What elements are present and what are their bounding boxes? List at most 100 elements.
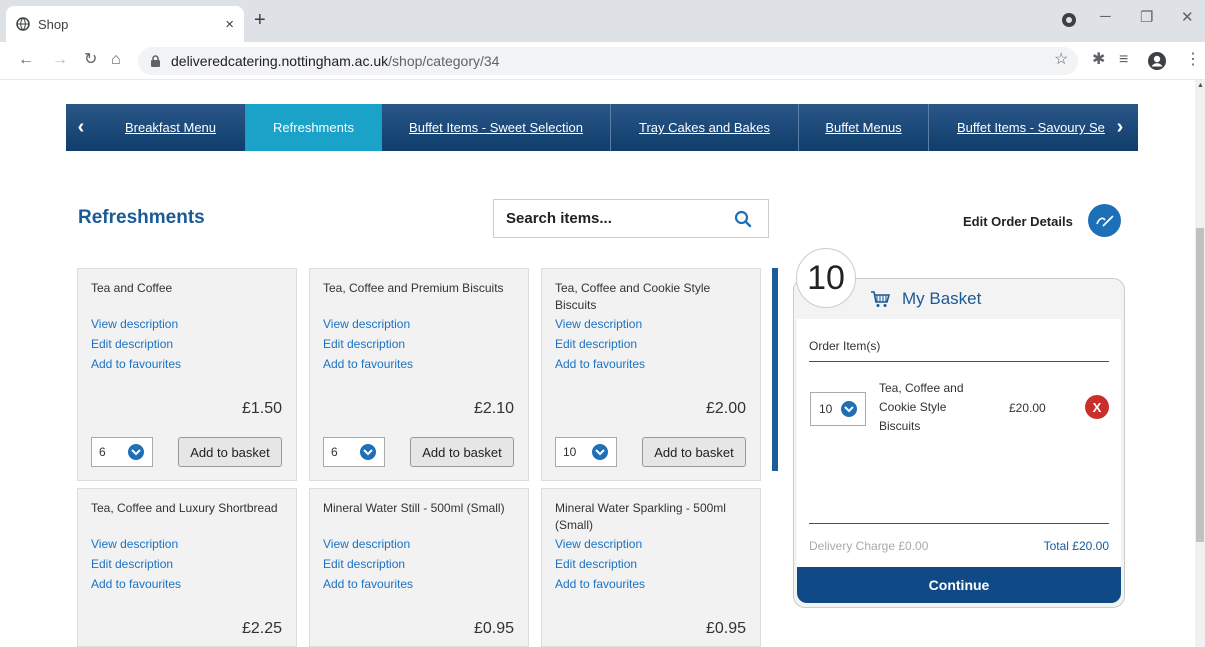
edit-order-label[interactable]: Edit Order Details — [963, 214, 1073, 229]
browser-toolbar: ← → ↻ ⌂ deliveredcatering.nottingham.ac.… — [0, 42, 1205, 80]
edit-description-link[interactable]: Edit description — [555, 334, 747, 354]
order-items-label: Order Item(s) — [809, 339, 881, 353]
home-icon[interactable]: ⌂ — [111, 51, 121, 69]
extension-icon[interactable] — [1062, 13, 1076, 27]
continue-button[interactable]: Continue — [797, 567, 1121, 603]
add-to-basket-button[interactable]: Add to basket — [410, 437, 514, 467]
quantity-value: 6 — [99, 445, 106, 459]
product-price: £2.00 — [705, 400, 746, 417]
globe-icon — [16, 17, 30, 31]
edit-order-button[interactable] — [1088, 204, 1121, 237]
basket-quantity-select[interactable]: 10 — [810, 392, 866, 426]
chevron-down-icon — [128, 444, 144, 460]
scroll-up-icon[interactable]: ▲ — [1197, 82, 1204, 89]
edit-description-link[interactable]: Edit description — [323, 334, 515, 354]
nav-item-buffet-savoury[interactable]: Buffet Items - Savoury Se — [929, 104, 1105, 151]
basket-count-badge: 10 — [796, 248, 856, 308]
edit-description-link[interactable]: Edit description — [91, 334, 283, 354]
add-to-basket-button[interactable]: Add to basket — [178, 437, 282, 467]
lock-icon — [151, 55, 160, 67]
menu-kebab-icon[interactable]: ⋮ — [1185, 51, 1201, 69]
scroll-thumb[interactable] — [1196, 228, 1204, 542]
url-path: /shop/category/34 — [388, 53, 500, 69]
nav-prev-button[interactable]: ‹ — [66, 104, 96, 151]
cart-icon — [871, 291, 890, 307]
minimize-icon[interactable]: ─ — [1100, 8, 1111, 25]
remove-item-button[interactable]: X — [1085, 395, 1109, 419]
basket-item-name: Tea, Coffee and Cookie Style Biscuits — [879, 381, 964, 433]
reading-list-icon[interactable]: ≡ — [1119, 51, 1128, 69]
page-scrollbar[interactable]: ▲ — [1195, 80, 1205, 647]
search-input[interactable]: Search items... — [493, 199, 769, 238]
divider — [809, 361, 1109, 362]
quantity-select[interactable]: 6 — [323, 437, 385, 467]
product-card: Tea, Coffee and Luxury Shortbread View d… — [77, 488, 297, 647]
basket-body: Order Item(s) 10 Tea, Coffee and Cookie … — [797, 319, 1121, 567]
product-name: Mineral Water Still - 500ml (Small) — [323, 501, 505, 515]
nav-item-refreshments[interactable]: Refreshments — [246, 104, 382, 151]
product-price: £2.10 — [473, 400, 514, 417]
pencil-edit-icon — [1095, 214, 1114, 227]
add-to-favourites-link[interactable]: Add to favourites — [91, 354, 283, 374]
new-tab-icon[interactable]: + — [254, 10, 266, 30]
add-to-favourites-link[interactable]: Add to favourites — [555, 574, 747, 594]
add-to-favourites-link[interactable]: Add to favourites — [323, 574, 515, 594]
product-card: Tea, Coffee and Premium Biscuits View de… — [309, 268, 529, 481]
view-description-link[interactable]: View description — [91, 314, 283, 334]
extensions-puzzle-icon[interactable]: ✱ — [1092, 51, 1105, 69]
view-description-link[interactable]: View description — [555, 314, 747, 334]
product-price: £0.95 — [473, 620, 514, 637]
nav-next-button[interactable]: › — [1105, 104, 1135, 151]
view-description-link[interactable]: View description — [91, 534, 283, 554]
view-description-link[interactable]: View description — [323, 314, 515, 334]
chevron-down-icon — [592, 444, 608, 460]
quantity-select[interactable]: 10 — [555, 437, 617, 467]
view-description-link[interactable]: View description — [323, 534, 515, 554]
product-price: £0.95 — [705, 620, 746, 637]
delivery-charge: Delivery Charge £0.00 — [809, 539, 929, 553]
nav-item-breakfast-menu[interactable]: Breakfast Menu — [96, 104, 246, 151]
quantity-select[interactable]: 6 — [91, 437, 153, 467]
basket-panel: My Basket Order Item(s) 10 Tea, Coffee a… — [793, 278, 1125, 608]
product-name: Tea, Coffee and Premium Biscuits — [323, 281, 504, 295]
add-to-favourites-link[interactable]: Add to favourites — [91, 574, 283, 594]
basket-title: My Basket — [902, 289, 982, 308]
product-card: Tea and Coffee View description Edit des… — [77, 268, 297, 481]
edit-description-link[interactable]: Edit description — [91, 554, 283, 574]
url-host: deliveredcatering.nottingham.ac.uk — [171, 53, 389, 69]
add-to-favourites-link[interactable]: Add to favourites — [555, 354, 747, 374]
chevron-down-icon — [360, 444, 376, 460]
back-icon[interactable]: ← — [18, 51, 34, 69]
section-divider — [772, 268, 778, 471]
reload-icon[interactable]: ↻ — [84, 51, 97, 69]
add-to-favourites-link[interactable]: Add to favourites — [323, 354, 515, 374]
product-card: Tea, Coffee and Cookie Style Biscuits Vi… — [541, 268, 761, 481]
chevron-down-icon — [841, 401, 857, 417]
product-card: Mineral Water Still - 500ml (Small) View… — [309, 488, 529, 647]
quantity-value: 10 — [819, 402, 833, 416]
search-icon[interactable] — [734, 210, 752, 228]
page-content: ‹ Breakfast Menu Refreshments Buffet Ite… — [0, 80, 1195, 647]
tab-close-icon[interactable]: × — [225, 16, 234, 33]
quantity-value: 6 — [331, 445, 338, 459]
basket-item-price: £20.00 — [1009, 401, 1046, 415]
nav-item-tray-cakes[interactable]: Tray Cakes and Bakes — [611, 104, 799, 151]
bookmark-star-icon[interactable]: ☆ — [1054, 51, 1068, 69]
address-bar[interactable]: deliveredcatering.nottingham.ac.uk/shop/… — [138, 47, 1078, 75]
browser-tab[interactable]: Shop × — [6, 6, 244, 42]
tab-title: Shop — [38, 16, 69, 32]
restore-icon[interactable]: ❐ — [1140, 8, 1153, 26]
product-name: Tea and Coffee — [91, 281, 173, 295]
edit-description-link[interactable]: Edit description — [555, 554, 747, 574]
edit-description-link[interactable]: Edit description — [323, 554, 515, 574]
close-window-icon[interactable]: ✕ — [1181, 8, 1194, 26]
forward-icon[interactable]: → — [52, 51, 68, 69]
page-title: Refreshments — [78, 207, 205, 228]
view-description-link[interactable]: View description — [555, 534, 747, 554]
add-to-basket-button[interactable]: Add to basket — [642, 437, 746, 467]
nav-item-buffet-sweet[interactable]: Buffet Items - Sweet Selection — [382, 104, 611, 151]
product-name: Tea, Coffee and Luxury Shortbread — [91, 501, 278, 515]
product-price: £2.25 — [241, 620, 282, 637]
nav-item-buffet-menus[interactable]: Buffet Menus — [799, 104, 929, 151]
profile-avatar-icon[interactable] — [1147, 51, 1167, 71]
